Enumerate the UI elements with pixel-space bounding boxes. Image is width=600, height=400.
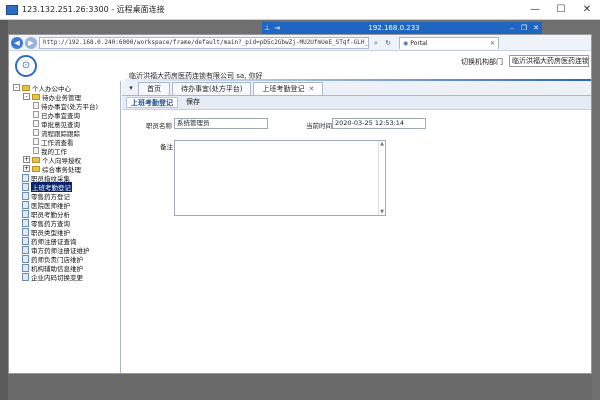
- module-icon: [22, 245, 29, 254]
- folder-icon: [32, 156, 40, 163]
- remark-label: 备注: [160, 143, 173, 151]
- folder-icon: [32, 165, 40, 172]
- app-header: ⊙ 临沂洪福大药房医药连锁有限公司 sa, 你好 切换机构部门 临沂洪福大药房医…: [9, 51, 591, 83]
- folder-icon: [22, 84, 30, 91]
- search-icon[interactable]: ⌕: [371, 38, 381, 48]
- module-icon: [22, 227, 29, 236]
- module-icon: [22, 209, 29, 218]
- page-icon: [33, 120, 39, 127]
- staff-name-label: 职员名称: [146, 122, 172, 130]
- main-content: ▾ 首页 待办事宜(处方平台) 上班考勤登记 ✕ 上班考勤登记 保存 职员名称 系…: [122, 81, 591, 373]
- close-button[interactable]: ✕: [574, 0, 600, 20]
- module-icon: [22, 191, 29, 200]
- tree-item-label: 企业内码切换变更: [31, 273, 83, 282]
- folder-icon: [32, 93, 40, 100]
- page-icon: [33, 111, 39, 118]
- tab-attendance[interactable]: 上班考勤登记 ✕: [253, 82, 324, 95]
- module-icon: [22, 263, 29, 272]
- page-icon: [33, 138, 39, 145]
- rdp-host-address: 192.168.0.233: [368, 24, 420, 32]
- tab-label: 待办事宜(处方平台): [181, 85, 243, 93]
- tab-label: 上班考勤登记: [262, 85, 305, 93]
- current-time-label: 当前时间: [306, 122, 332, 130]
- tab-pending[interactable]: 待办事宜(处方平台): [172, 82, 252, 95]
- scroll-down-icon[interactable]: ▼: [380, 209, 384, 215]
- rdp-app-icon: [6, 4, 18, 15]
- remark-textarea[interactable]: ▲ ▼: [174, 140, 386, 216]
- rdp-window-title: 123.132.251.26:3300 - 远程桌面连接: [22, 5, 165, 14]
- refresh-icon[interactable]: ↻: [383, 38, 393, 48]
- pin-icon[interactable]: ⊥: [262, 24, 272, 32]
- save-button[interactable]: 保存: [182, 97, 204, 108]
- module-icon: [22, 218, 29, 227]
- browser-address-bar: ◀ ▶ http://192.168.0.240:6000/workspace/…: [9, 35, 591, 51]
- maximize-button[interactable]: ☐: [548, 0, 574, 20]
- staff-name-field[interactable]: 系统管理员: [174, 118, 268, 129]
- nav-tree: - 个人办公中心 - 待办业务管理 待办事宜(处方平台) 已办事宜查询 审批意见查询 流程跟踪…: [9, 81, 121, 373]
- textarea-scrollbar[interactable]: ▲ ▼: [378, 141, 385, 215]
- tab-bar: ▾ 首页 待办事宜(处方平台) 上班考勤登记 ✕: [122, 81, 591, 96]
- rdp-restore-icon[interactable]: ❐: [518, 24, 530, 32]
- tab-close-icon[interactable]: ✕: [308, 85, 314, 93]
- switch-org-select[interactable]: 临沂洪福大药房医药连锁有限: [509, 55, 589, 67]
- attendance-form: 职员名称 系统管理员 当前时间 2020-03-25 12:53:14 备注 ▲…: [122, 110, 591, 350]
- rdp-connection-bar: ⊥ ⇥ 192.168.0.233 – ❐ ✕: [262, 22, 542, 34]
- module-icon: [22, 182, 29, 191]
- switch-org-label: 切换机构部门: [461, 58, 503, 66]
- tab-label: 首页: [147, 85, 161, 93]
- remote-left-edge: [0, 20, 8, 400]
- remote-taskbar-area: [8, 374, 592, 400]
- page-icon: [33, 147, 39, 154]
- page-icon: [33, 102, 39, 109]
- tab-menu-icon[interactable]: ▾: [124, 81, 138, 95]
- form-toolbar: 上班考勤登记 保存: [122, 96, 591, 110]
- forward-button[interactable]: ▶: [25, 36, 37, 49]
- minimize-button[interactable]: —: [522, 0, 548, 20]
- rdp-titlebar: 123.132.251.26:3300 - 远程桌面连接 — ☐ ✕: [0, 0, 600, 20]
- browser-window: ◀ ▶ http://192.168.0.240:6000/workspace/…: [8, 34, 592, 374]
- page-icon: ◉: [403, 39, 409, 47]
- module-icon: [22, 272, 29, 281]
- tab-home[interactable]: 首页: [138, 82, 170, 95]
- page-icon: [33, 129, 39, 136]
- url-input[interactable]: http://192.168.0.240:6000/workspace/fram…: [39, 36, 369, 49]
- expand-icon[interactable]: +: [23, 165, 30, 172]
- module-icon: [22, 173, 29, 182]
- company-logo: ⊙: [15, 55, 37, 77]
- signal-icon: ⇥: [274, 24, 280, 32]
- current-time-field[interactable]: 2020-03-25 12:53:14: [332, 118, 426, 129]
- collapse-icon[interactable]: -: [23, 93, 30, 100]
- browser-tab[interactable]: ◉ Portal ✕: [399, 36, 499, 49]
- module-icon: [22, 236, 29, 245]
- collapse-icon[interactable]: -: [13, 84, 20, 91]
- form-title: 上班考勤登记: [126, 97, 178, 108]
- tab-close-icon[interactable]: ✕: [490, 38, 495, 49]
- rdp-close-icon[interactable]: ✕: [530, 24, 542, 32]
- back-button[interactable]: ◀: [11, 36, 23, 49]
- tree-item[interactable]: 企业内码切换变更: [9, 272, 120, 282]
- module-icon: [22, 200, 29, 209]
- module-icon: [22, 254, 29, 263]
- scroll-up-icon[interactable]: ▲: [380, 141, 384, 147]
- browser-tab-title: Portal: [410, 39, 428, 47]
- rdp-minimize-icon[interactable]: –: [506, 24, 518, 32]
- expand-icon[interactable]: +: [23, 156, 30, 163]
